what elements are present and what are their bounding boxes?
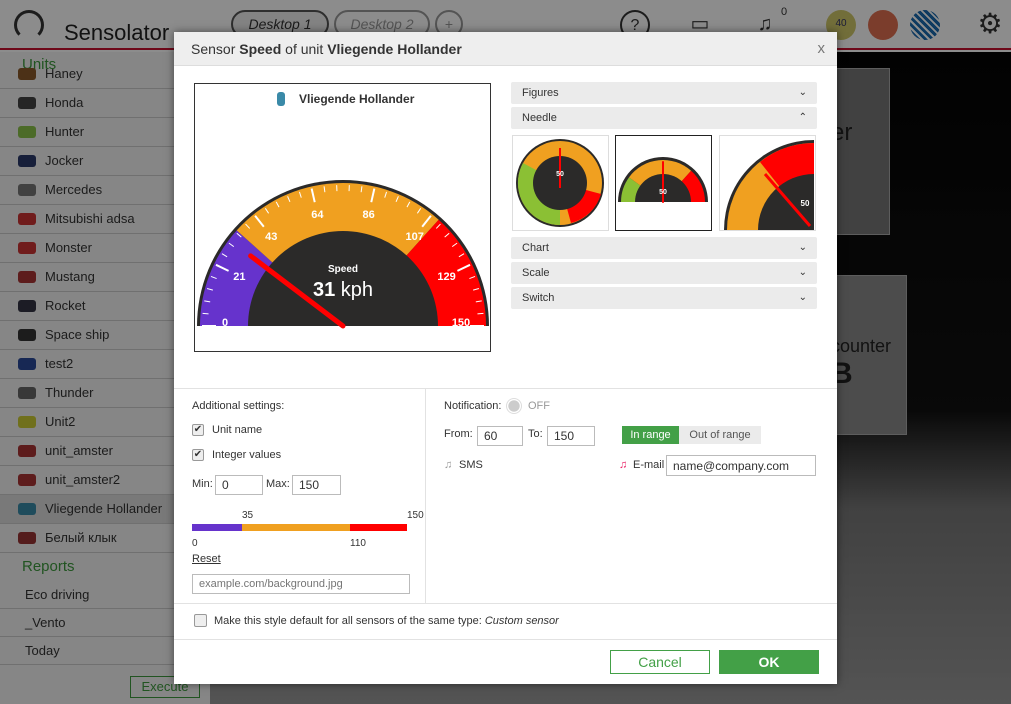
divider <box>174 603 837 604</box>
cancel-button[interactable]: Cancel <box>610 650 710 674</box>
title-text: of unit <box>281 41 328 57</box>
gauge-tick <box>477 312 484 315</box>
range-bar[interactable] <box>192 524 407 531</box>
unit-name: Vliegende Hollander <box>327 41 462 57</box>
min-input[interactable] <box>215 475 263 495</box>
gauge-tick-label: 107 <box>406 231 424 243</box>
integer-values-label: Integer values <box>212 449 282 461</box>
unit-name-label: Unit name <box>212 424 263 436</box>
gauge-label: Speed <box>328 264 358 275</box>
divider <box>425 389 426 603</box>
gauge-value: 50 <box>659 189 667 196</box>
gauge-tick-label: 21 <box>233 271 245 283</box>
gauge-value: 31 kph <box>313 279 373 301</box>
background-url-input[interactable] <box>192 574 410 594</box>
email-label: E-mail <box>633 459 665 471</box>
sensor-name: Speed <box>239 41 282 57</box>
accordion-figures[interactable]: Figures ⌄ <box>511 82 817 104</box>
band-label-max: 150 <box>407 510 424 521</box>
needle-style-3[interactable]: 50 <box>719 135 816 231</box>
additional-settings-title: Additional settings: <box>192 400 285 412</box>
band-label-min: 0 <box>192 538 198 549</box>
accordion-label: Chart <box>522 242 549 254</box>
accordion-label: Scale <box>522 267 550 279</box>
to-input[interactable] <box>547 426 595 446</box>
max-label: Max: <box>266 478 290 490</box>
to-label: To: <box>528 428 543 440</box>
gauge-preview: Vliegende Hollander 0 21 43 64 86 107 129 150 Sp… <box>194 83 491 352</box>
email-input[interactable] <box>666 455 816 476</box>
dialog-header: Sensor Speed of unit Vliegende Hollander… <box>174 32 837 66</box>
range-band-mid[interactable] <box>242 524 350 531</box>
gauge-tick-label: 64 <box>311 209 324 221</box>
gauge-tick <box>202 312 209 315</box>
email-bell-icon[interactable]: ♫ <box>619 459 627 471</box>
notification-label: Notification: <box>444 400 502 412</box>
band-label-35: 35 <box>242 510 254 521</box>
divider <box>174 639 837 640</box>
min-label: Min: <box>192 478 213 490</box>
default-style-label: Make this style default for all sensors … <box>214 615 559 627</box>
default-style-text: Make this style default for all sensors … <box>214 615 485 627</box>
accordion-needle[interactable]: Needle ⌃ <box>511 107 817 129</box>
max-input[interactable] <box>292 475 341 495</box>
accordion-chart[interactable]: Chart ⌄ <box>511 237 817 259</box>
from-label: From: <box>444 428 473 440</box>
gauge-value: 50 <box>556 171 564 178</box>
gauge-tick-label: 129 <box>437 271 455 283</box>
sms-bell-icon[interactable]: ♫ <box>444 459 452 471</box>
chevron-down-icon: ⌄ <box>798 242 807 253</box>
needle-style-2[interactable]: 50 <box>615 135 712 231</box>
notification-state: OFF <box>528 400 550 412</box>
accordion-switch[interactable]: Switch ⌄ <box>511 287 817 309</box>
accordion-label: Figures <box>522 87 559 99</box>
accordion-scale[interactable]: Scale ⌄ <box>511 262 817 284</box>
sms-label: SMS <box>459 459 483 471</box>
sensor-type: Custom sensor <box>484 615 559 627</box>
chevron-down-icon: ⌄ <box>798 292 807 303</box>
close-button[interactable]: x <box>818 32 826 66</box>
gauge-chart: 0 21 43 64 86 107 129 150 Speed 31 kph <box>197 180 489 329</box>
in-range-button[interactable]: In range <box>622 426 679 444</box>
divider <box>174 388 837 389</box>
integer-values-checkbox[interactable]: ✔ <box>192 449 204 461</box>
gauge-value: 50 <box>801 199 810 208</box>
ok-button[interactable]: OK <box>719 650 819 674</box>
chevron-up-icon: ⌃ <box>798 112 807 123</box>
from-input[interactable] <box>477 426 523 446</box>
gauge-tick-label: 86 <box>362 209 374 221</box>
out-of-range-button[interactable]: Out of range <box>679 426 761 444</box>
accordion-label: Switch <box>522 292 555 304</box>
band-label-110: 110 <box>350 538 366 549</box>
gauge-tick-label: 0 <box>222 317 228 329</box>
gauge-tick-label: 43 <box>265 231 277 243</box>
needle-style-1[interactable]: 50 <box>512 135 609 231</box>
reset-link[interactable]: Reset <box>192 553 221 565</box>
chevron-down-icon: ⌄ <box>798 267 807 278</box>
sensor-dialog: Sensor Speed of unit Vliegende Hollander… <box>174 32 837 684</box>
gauge-tick-label: 150 <box>452 317 470 329</box>
unit-name-checkbox[interactable]: ✔ <box>192 424 204 436</box>
title-text: Sensor <box>191 41 240 57</box>
range-band-high[interactable] <box>350 524 407 531</box>
accordion-label: Needle <box>522 112 557 124</box>
notification-toggle[interactable] <box>506 398 522 414</box>
default-style-checkbox[interactable] <box>194 614 207 627</box>
chevron-down-icon: ⌄ <box>798 87 807 98</box>
range-band-low[interactable] <box>192 524 242 531</box>
